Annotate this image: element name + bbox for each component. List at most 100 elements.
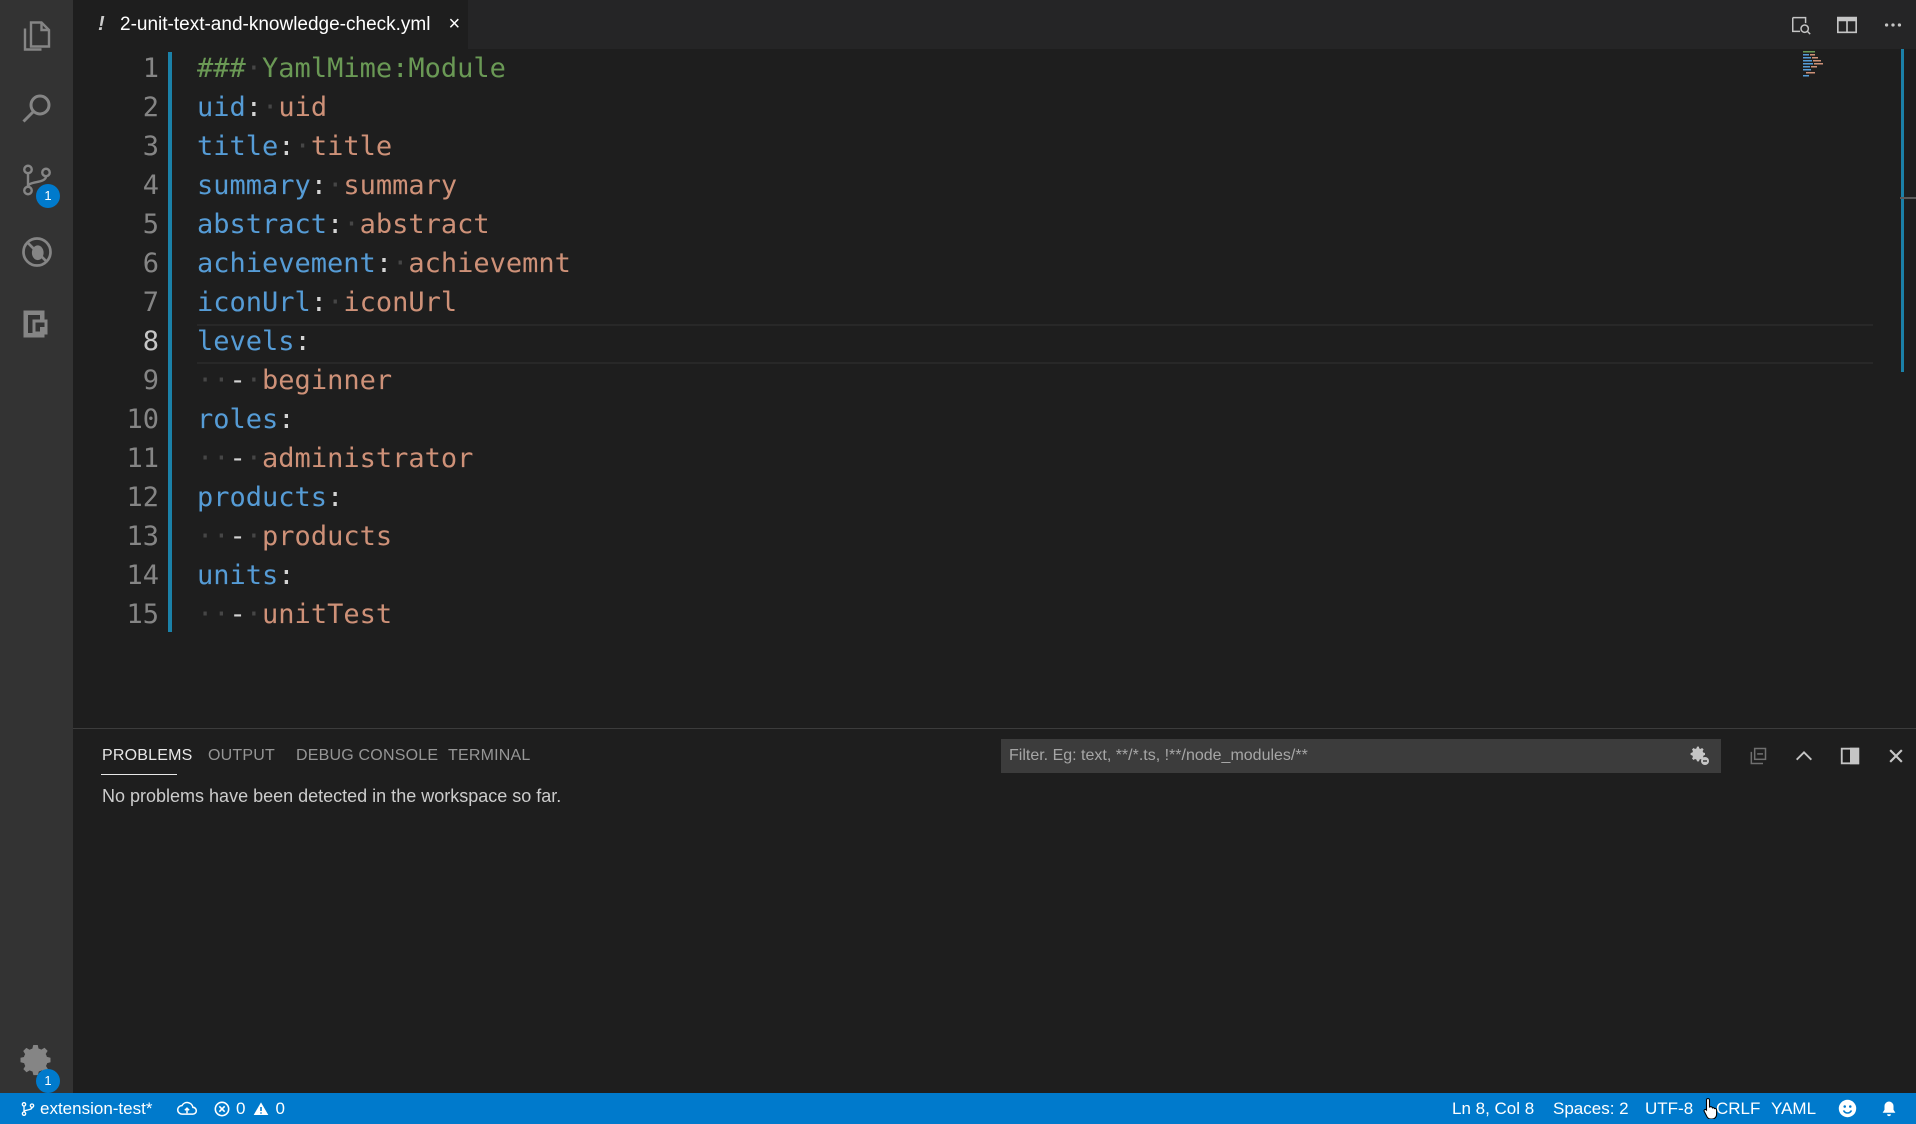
line-number: 7: [142, 287, 159, 318]
tab-output[interactable]: OUTPUT: [208, 747, 275, 765]
branch-status[interactable]: extension-test*: [20, 1093, 152, 1124]
error-count: 0: [236, 1099, 246, 1118]
token: ··: [197, 599, 230, 630]
code-line[interactable]: 6 achievement:·achievemnt: [73, 244, 1853, 283]
code-line[interactable]: 3 title:·title: [73, 127, 1853, 166]
maximize-panel-icon[interactable]: [1787, 739, 1821, 773]
line-number: 1: [142, 53, 159, 84]
close-panel-icon[interactable]: [1879, 739, 1913, 773]
more-actions-icon[interactable]: [1878, 10, 1908, 40]
token: ··: [197, 443, 230, 474]
extensions-icon[interactable]: [0, 288, 73, 360]
open-preview-icon[interactable]: [1786, 10, 1816, 40]
problems-filter: [1001, 739, 1721, 773]
close-icon[interactable]: ×: [448, 13, 460, 36]
tab-problems[interactable]: PROBLEMS: [102, 747, 193, 765]
active-tab-underline: [101, 774, 177, 775]
token: :: [278, 560, 295, 591]
source-control-icon[interactable]: 1: [0, 144, 73, 216]
notifications-bell-icon[interactable]: [1880, 1093, 1898, 1124]
branch-icon: [21, 1101, 35, 1116]
code-line[interactable]: 2 uid:·uid: [73, 88, 1853, 127]
line-text: ··-·beginner: [197, 361, 392, 400]
line-number: 4: [142, 170, 159, 201]
token: levels: [197, 326, 295, 357]
feedback-smiley-icon[interactable]: [1838, 1093, 1857, 1124]
token: abstract: [197, 209, 328, 240]
files-icon[interactable]: [0, 0, 73, 72]
token: unitTest: [262, 599, 393, 630]
token: ###: [197, 53, 246, 84]
token: products: [197, 482, 328, 513]
panel-position-icon[interactable]: [1833, 739, 1867, 773]
token: iconUrl: [197, 287, 311, 318]
token: ·: [245, 53, 263, 84]
code-editor[interactable]: 1 ###·YamlMime:Module 2 uid:·uid 3 title:·tit…: [73, 49, 1916, 728]
cursor-position[interactable]: Ln 8, Col 8: [1452, 1093, 1534, 1124]
token: abstract: [359, 209, 490, 240]
token: ··: [197, 521, 230, 552]
filter-input[interactable]: [1001, 739, 1689, 773]
tab-debug-console[interactable]: DEBUG CONSOLE: [296, 747, 438, 765]
language-mode[interactable]: YAML: [1771, 1093, 1816, 1124]
branch-name: extension-test*: [40, 1099, 153, 1118]
token: iconUrl: [343, 287, 458, 318]
tab-terminal[interactable]: TERMINAL: [448, 747, 531, 765]
token: ·: [245, 521, 263, 552]
line-number: 15: [126, 599, 159, 630]
editor-scrollbar[interactable]: [1900, 49, 1916, 728]
token: uid: [278, 92, 328, 123]
code-line[interactable]: 10 roles:: [73, 400, 1853, 439]
split-editor-icon[interactable]: [1832, 10, 1862, 40]
code-line[interactable]: 7 iconUrl:·iconUrl: [73, 283, 1853, 322]
line-text: roles:: [197, 400, 295, 439]
code-line[interactable]: 12 products:: [73, 478, 1853, 517]
indentation-status[interactable]: Spaces: 2: [1553, 1093, 1629, 1124]
token: :: [375, 248, 393, 279]
settings-badge: 1: [36, 1069, 60, 1093]
code-line[interactable]: 9 ··-·beginner: [73, 361, 1853, 400]
token: uid: [197, 92, 246, 123]
minimap[interactable]: [1796, 49, 1871, 728]
code-line[interactable]: 14 units:: [73, 556, 1853, 595]
token: ·: [245, 365, 263, 396]
search-icon[interactable]: [0, 72, 73, 144]
token: roles: [197, 404, 279, 435]
code-line[interactable]: 11 ··-·administrator: [73, 439, 1853, 478]
eol-status[interactable]: CRLF: [1716, 1093, 1760, 1124]
line-number: 11: [126, 443, 159, 474]
status-bar: extension-test* 0 0 Ln 8, Col 8 Spaces: …: [0, 1093, 1916, 1124]
code-line[interactable]: 1 ###·YamlMime:Module: [73, 49, 1853, 88]
line-number: 3: [142, 131, 159, 162]
code-line[interactable]: 4 summary:·summary: [73, 166, 1853, 205]
line-text: summary:·summary: [197, 166, 457, 205]
token: administrator: [262, 443, 474, 474]
line-text: ··-·unitTest: [197, 595, 392, 634]
tab-active-file[interactable]: ! 2-unit-text-and-knowledge-check.yml ×: [73, 0, 468, 49]
problems-status[interactable]: 0 0: [214, 1093, 285, 1124]
code-line[interactable]: 5 abstract:·abstract: [73, 205, 1853, 244]
encoding-status[interactable]: UTF-8: [1645, 1093, 1693, 1124]
line-number: 9: [142, 365, 159, 396]
line-text: products:: [197, 478, 343, 517]
code-line[interactable]: 8 levels:: [73, 322, 1853, 361]
filter-settings-icon[interactable]: [1688, 744, 1712, 773]
token: ·: [245, 599, 263, 630]
editor-tab-bar: ! 2-unit-text-and-knowledge-check.yml ×: [73, 0, 1916, 49]
scrollbar-cursor-marker: [1900, 197, 1916, 199]
mouse-cursor-icon: [1703, 1097, 1719, 1120]
gear-icon[interactable]: 1: [0, 1024, 73, 1096]
line-text: ###·YamlMime:Module: [197, 49, 506, 88]
token: title: [310, 131, 393, 162]
token: products: [262, 521, 393, 552]
sync-status[interactable]: [176, 1093, 198, 1124]
code-line[interactable]: 13 ··-·products: [73, 517, 1853, 556]
token: ·: [392, 248, 409, 279]
line-text: achievement:·achievemnt: [197, 244, 571, 283]
collapse-all-icon[interactable]: [1741, 739, 1775, 773]
token: :: [278, 131, 295, 162]
token: :: [310, 287, 328, 318]
code-line[interactable]: 15 ··-·unitTest: [73, 595, 1853, 634]
token: ··: [197, 365, 230, 396]
debug-icon[interactable]: [0, 216, 73, 288]
